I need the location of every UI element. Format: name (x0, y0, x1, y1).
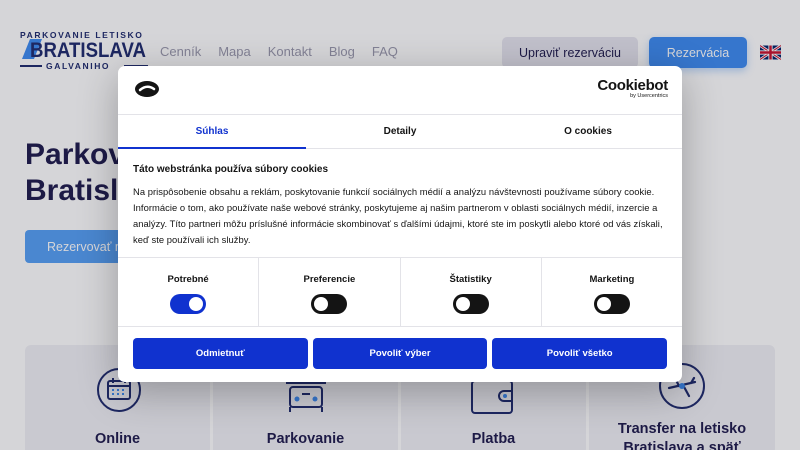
statistics-switch[interactable] (452, 294, 489, 314)
switch-knob (455, 297, 470, 311)
cookiebot-logo-icon (135, 81, 159, 97)
consent-description: Na prispôsobenie obsahu a reklám, poskyt… (133, 186, 663, 245)
consent-buttons: Odmietnuť Povoliť výber Povoliť všetko (133, 338, 668, 369)
toggle-label: Preferencie (303, 274, 356, 285)
consent-toggles: Potrebné Preferencie Štatistiky Marketin… (118, 257, 682, 327)
switch-knob (189, 297, 204, 311)
toggle-necessary: Potrebné (118, 258, 260, 326)
tab-consent[interactable]: Súhlas (118, 115, 306, 149)
cookie-consent-dialog: Cookiebot by Usercentrics Súhlas Detaily… (118, 66, 682, 382)
tab-details[interactable]: Detaily (306, 115, 494, 148)
preferences-switch[interactable] (311, 294, 348, 314)
cookiebot-brand[interactable]: Cookiebot by Usercentrics (597, 78, 668, 100)
toggle-label: Potrebné (167, 274, 209, 285)
consent-text: Táto webstránka používa súbory cookies N… (133, 164, 668, 248)
deny-button[interactable]: Odmietnuť (133, 338, 308, 369)
toggle-preferences: Preferencie (259, 258, 401, 326)
tab-about-cookies[interactable]: O cookies (494, 115, 682, 148)
consent-heading: Táto webstránka používa súbory cookies (133, 164, 329, 175)
marketing-switch[interactable] (593, 294, 630, 314)
cookie-tabs: Súhlas Detaily O cookies (118, 114, 682, 149)
toggle-marketing: Marketing (542, 258, 682, 326)
toggle-label: Štatistiky (449, 274, 492, 285)
cookiebot-brand-sub: by Usercentrics (630, 93, 668, 99)
toggle-label: Marketing (589, 274, 635, 285)
toggle-statistics: Štatistiky (401, 258, 542, 326)
switch-knob (596, 297, 611, 311)
necessary-switch[interactable] (170, 294, 207, 314)
allow-all-button[interactable]: Povoliť všetko (492, 338, 668, 369)
allow-selection-button[interactable]: Povoliť výber (312, 338, 488, 369)
cookiebot-brand-name: Cookiebot (597, 77, 668, 94)
switch-knob (314, 297, 329, 311)
